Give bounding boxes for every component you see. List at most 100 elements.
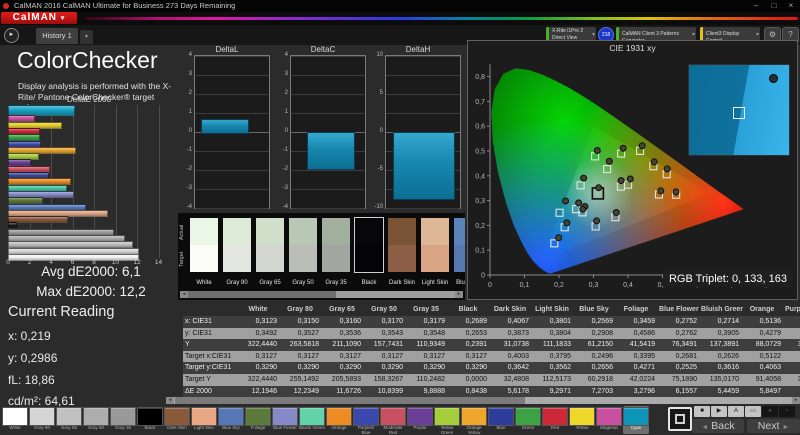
patch-button-yellow[interactable]: Yellow xyxy=(569,406,595,434)
table-cell: 37,8542 xyxy=(797,341,800,349)
gridline xyxy=(291,208,365,209)
patch-button-cyan[interactable]: Cyan xyxy=(623,406,649,434)
back-button[interactable]: ◄ Back xyxy=(692,419,744,433)
stop-measure-button[interactable] xyxy=(668,407,692,431)
stop-icon xyxy=(675,414,685,424)
cie-measured-marker xyxy=(672,188,680,196)
swatch-target xyxy=(388,245,416,272)
patch-label: Blue Sky xyxy=(222,426,240,430)
swatch-target xyxy=(454,245,465,272)
reading-y: y: 0,2986 xyxy=(8,351,58,365)
table-cell: 0,3150 xyxy=(297,318,319,325)
gridline xyxy=(195,75,269,76)
patch-button-green[interactable]: Green xyxy=(515,406,541,434)
table-corner-cell xyxy=(183,303,239,316)
avg-de2000: Avg dE2000: 6,1 xyxy=(41,264,141,279)
minimize-button[interactable]: – xyxy=(748,0,764,11)
patch-button-red[interactable]: Red xyxy=(542,406,568,434)
patch-label: Magenta xyxy=(600,426,618,430)
extra-button-1[interactable]: ● xyxy=(762,406,778,417)
swatch-label: Blue Sky xyxy=(456,280,465,286)
tab-overflow-stub[interactable]: ▾ xyxy=(80,30,93,44)
patch-button-bluish-green[interactable]: Bluish Green xyxy=(299,406,325,434)
scroll-left-icon[interactable]: ◂ xyxy=(166,397,174,404)
gridline xyxy=(195,56,269,57)
cie-measured-marker xyxy=(575,199,583,207)
patch-button-blue[interactable]: Blue xyxy=(488,406,514,434)
cie-measured-marker xyxy=(612,209,620,217)
table-cell: 0,3548 xyxy=(423,329,445,337)
swatch-scrollbar[interactable]: ◂ ▸ xyxy=(180,291,463,298)
patch-button-foliage[interactable]: Foliage xyxy=(245,406,271,434)
patch-color xyxy=(299,407,325,426)
scroll-right-icon[interactable]: ▸ xyxy=(455,291,463,298)
column-header: Blue Sky xyxy=(579,306,609,313)
play-icon[interactable]: ► xyxy=(4,28,19,43)
scroll-left-icon[interactable]: ◂ xyxy=(180,291,188,298)
table-cell: 0,0000 xyxy=(465,376,487,383)
table-cell: 0,3290 xyxy=(255,364,277,372)
svg-text:0,7: 0,7 xyxy=(475,99,485,106)
gridline xyxy=(195,208,269,209)
patch-button-orange-yellow[interactable]: Orange Yellow xyxy=(461,406,487,435)
extra-button-2[interactable]: ▪ xyxy=(779,406,795,417)
patch-color xyxy=(515,407,541,426)
calman-logo-menu[interactable]: CalMAN ▾ xyxy=(1,12,77,24)
swatch-label: Gray 35 xyxy=(325,280,347,286)
patch-button-black[interactable]: Black xyxy=(137,406,163,434)
patch-button-gray-35[interactable]: Gray 35 xyxy=(110,406,136,434)
patch-color xyxy=(623,407,649,426)
swatch-actual xyxy=(322,218,350,245)
swatch-target xyxy=(190,245,218,272)
patch-button-purplish-blue[interactable]: Purplish Blue xyxy=(353,406,379,435)
scroll-right-icon[interactable]: ▸ xyxy=(792,397,800,404)
patch-label: Orange Yellow xyxy=(466,426,482,435)
maximize-button[interactable]: □ xyxy=(766,0,782,11)
cie-measured-marker xyxy=(593,147,601,155)
table-cell: 88,0729 xyxy=(755,341,781,349)
patch-color xyxy=(29,407,55,426)
read-display-button[interactable]: ▭ xyxy=(745,406,761,417)
patch-button-light-skin[interactable]: Light Skin xyxy=(191,406,217,434)
table-row: ΔE 2000 12,1946 12,2349 11,6726 10,8399 9,888… xyxy=(183,385,800,397)
table-cell: 211,1090 xyxy=(332,341,361,349)
delta-l-title: DeltaL xyxy=(215,45,239,54)
close-button[interactable]: × xyxy=(783,0,799,11)
patch-button-purple[interactable]: Purple xyxy=(407,406,433,434)
patch-button-gray-80[interactable]: Gray 80 xyxy=(29,406,55,434)
auto-advance-button[interactable]: A xyxy=(728,406,744,417)
chevron-down-icon: ▾ xyxy=(591,32,595,38)
patch-label: Orange xyxy=(331,426,347,430)
inset-target-marker xyxy=(733,107,745,119)
patch-label: Black xyxy=(144,426,156,430)
patch-button-gray-50[interactable]: Gray 50 xyxy=(83,406,109,434)
table-scroll-thumb[interactable] xyxy=(175,397,525,404)
play-button[interactable]: ▶ xyxy=(711,406,727,417)
patch-button-orange[interactable]: Orange xyxy=(326,406,352,434)
column-header: Foliage xyxy=(623,306,649,313)
gridline xyxy=(291,170,365,171)
stop-button[interactable]: ■ xyxy=(694,406,710,417)
row-label: ΔE 2000 xyxy=(185,387,212,395)
next-button[interactable]: Next ► xyxy=(747,419,800,433)
patch-label: Green xyxy=(521,426,535,430)
patch-button-magenta[interactable]: Magenta xyxy=(596,406,622,434)
patch-button-blue-sky[interactable]: Blue Sky xyxy=(218,406,244,434)
patch-button-gray-65[interactable]: Gray 65 xyxy=(56,406,82,434)
patch-button-dark-skin[interactable]: Dark Skin xyxy=(164,406,190,434)
swatch-scroll-thumb[interactable] xyxy=(188,291,336,298)
y-axis-tick: 3 xyxy=(188,70,192,77)
inset-measured-marker xyxy=(769,74,778,83)
tab-history-1[interactable]: History 1 xyxy=(36,28,78,44)
table-scrollbar[interactable]: ◂ ▸ xyxy=(166,397,800,404)
patch-label: Red xyxy=(550,426,560,430)
patch-button-blue-flower[interactable]: Blue Flower xyxy=(272,406,298,434)
table-cell: 42,0224 xyxy=(629,376,655,383)
patch-button-white[interactable]: White xyxy=(2,406,28,434)
table-cell: 3,2796 xyxy=(633,387,655,395)
table-cell: 0,3492 xyxy=(255,329,277,337)
table-cell: 111,1833 xyxy=(542,341,571,349)
y-axis-tick: 2 xyxy=(188,89,192,96)
patch-button-yellow-green[interactable]: Yellow Green xyxy=(434,406,460,435)
patch-button-moderate-red[interactable]: Moderate Red xyxy=(380,406,406,435)
